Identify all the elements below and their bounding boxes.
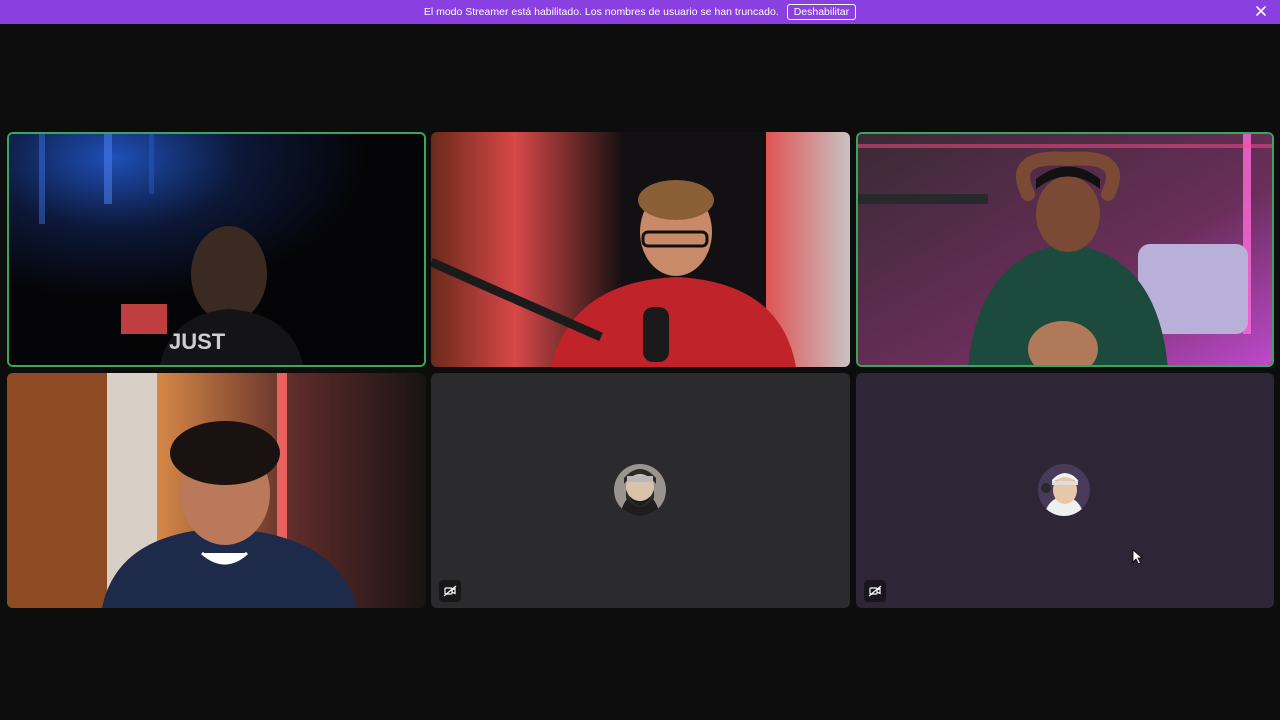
person-avatar-icon	[1038, 464, 1090, 516]
video-tile-participant-1[interactable]: JUST	[7, 132, 426, 367]
participant-5-avatar	[614, 464, 666, 516]
participant-4-video	[7, 373, 426, 608]
avatar-tile-participant-6[interactable]	[856, 373, 1274, 608]
participant-3-video	[858, 134, 1272, 365]
camera-off-badge	[439, 580, 461, 602]
mouse-cursor-icon	[1132, 549, 1144, 565]
camera-off-icon	[868, 585, 882, 597]
video-tile-participant-3[interactable]	[856, 132, 1274, 367]
ninja-avatar-icon	[614, 464, 666, 516]
svg-text:JUST: JUST	[169, 329, 226, 354]
close-icon[interactable]	[1254, 4, 1268, 18]
streamer-mode-banner: El modo Streamer está habilitado. Los no…	[0, 0, 1280, 24]
video-tile-participant-2[interactable]	[431, 132, 850, 367]
avatar-tile-participant-5[interactable]	[431, 373, 850, 608]
participant-2-video	[431, 132, 850, 367]
camera-off-icon	[443, 585, 457, 597]
streamer-mode-message: El modo Streamer está habilitado. Los no…	[423, 6, 779, 18]
participant-6-avatar	[1038, 464, 1090, 516]
participant-1-video: JUST	[9, 134, 424, 365]
disable-streamer-mode-button[interactable]: Deshabilitar	[786, 4, 857, 20]
camera-off-badge	[864, 580, 886, 602]
video-tile-participant-4[interactable]	[7, 373, 426, 608]
